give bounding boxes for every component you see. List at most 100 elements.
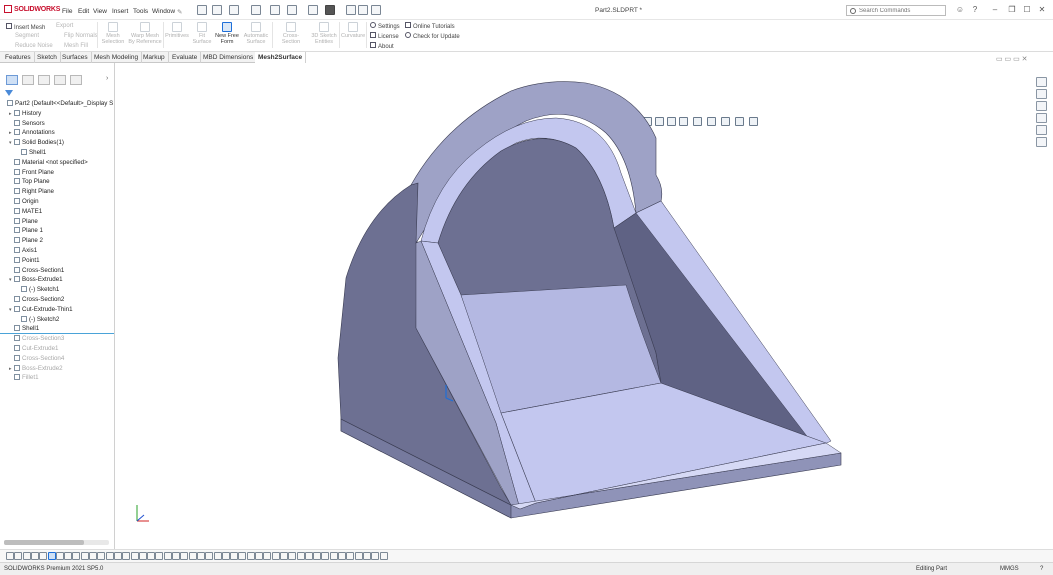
- 3d-sketch-entities-button[interactable]: 3D Sketch Entities: [310, 22, 338, 45]
- mesh-fill-button[interactable]: Mesh Fill: [64, 43, 88, 49]
- selection-filter-icon[interactable]: [230, 552, 239, 560]
- segment-button[interactable]: Segment: [15, 33, 39, 39]
- filter-icon[interactable]: [5, 90, 13, 97]
- new-free-form-button[interactable]: New Free Form: [214, 22, 240, 45]
- tab-surfaces[interactable]: Surfaces: [59, 52, 92, 63]
- selection-filter-icon[interactable]: [221, 552, 230, 560]
- feature-manager-tab-icon[interactable]: [6, 75, 18, 85]
- tree-item[interactable]: ▾ Boss-Extrude1: [0, 275, 114, 285]
- view-palette-icon[interactable]: [1036, 113, 1047, 123]
- selection-filter-icon[interactable]: [354, 552, 363, 560]
- tree-item[interactable]: Material <not specified>: [0, 158, 114, 168]
- selection-filter-icon[interactable]: [47, 552, 56, 560]
- search-input[interactable]: [847, 6, 927, 15]
- selection-filter-icon[interactable]: [346, 552, 355, 560]
- solidworks-logo[interactable]: SOLIDWORKS: [4, 5, 60, 13]
- tab-sketch[interactable]: Sketch: [34, 52, 61, 63]
- selection-filter-icon[interactable]: [147, 552, 156, 560]
- 3d-model-view[interactable]: [116, 63, 1033, 549]
- selection-filter-icon[interactable]: [64, 552, 73, 560]
- selection-filter-icon[interactable]: [304, 552, 313, 560]
- search-commands-box[interactable]: [846, 5, 946, 16]
- curvature-button[interactable]: Curvature: [341, 22, 365, 39]
- tree-item[interactable]: Cross-Section4: [0, 354, 114, 364]
- selection-filter-icon[interactable]: [6, 552, 14, 560]
- selection-filter-icon[interactable]: [89, 552, 97, 560]
- tree-item[interactable]: Cross-Section1: [0, 266, 114, 276]
- tree-item[interactable]: ▾ Cut-Extrude-Thin1: [0, 305, 114, 315]
- tree-item[interactable]: Part2 (Default<<Default>_Display S: [0, 99, 114, 109]
- tab-markup[interactable]: Markup: [140, 52, 169, 63]
- scrollbar-thumb[interactable]: [4, 540, 84, 545]
- pin-icon[interactable]: ✎: [177, 8, 182, 16]
- selection-filter-icon[interactable]: [263, 552, 272, 560]
- selection-filter-icon[interactable]: [155, 552, 164, 560]
- selection-filter-icon[interactable]: [39, 552, 48, 560]
- tab-mesh2surface[interactable]: Mesh2Surface: [255, 52, 307, 63]
- dimxpert-tab-icon[interactable]: [54, 75, 66, 85]
- selection-filter-icon[interactable]: [55, 552, 64, 560]
- minimize-icon[interactable]: –: [990, 5, 1000, 15]
- graphics-area[interactable]: ▭ ▭ ▭ ✕: [116, 56, 1033, 549]
- insert-mesh-button[interactable]: Insert Mesh: [6, 23, 45, 31]
- tree-item[interactable]: Sensors: [0, 119, 114, 129]
- tree-item[interactable]: Plane: [0, 217, 114, 227]
- menu-window[interactable]: Window: [152, 8, 175, 15]
- property-manager-tab-icon[interactable]: [22, 75, 34, 85]
- license-link[interactable]: License: [370, 32, 399, 40]
- selection-filter-icon[interactable]: [246, 552, 255, 560]
- check-for-update-link[interactable]: Check for Update: [405, 32, 460, 40]
- selection-filter-icon[interactable]: [72, 552, 81, 560]
- open-folder-icon[interactable]: [229, 5, 239, 15]
- tree-item[interactable]: Origin: [0, 197, 114, 207]
- unit-system[interactable]: MMGS: [1000, 566, 1019, 572]
- print-icon[interactable]: [270, 5, 280, 15]
- user-account-icon[interactable]: ☺: [955, 5, 965, 15]
- cross-section-button[interactable]: Cross-Section: [274, 22, 308, 45]
- selection-filter-icon[interactable]: [196, 552, 205, 560]
- tab-features[interactable]: Features: [2, 52, 35, 63]
- selection-filter-icon[interactable]: [338, 552, 346, 560]
- about-link[interactable]: About: [370, 42, 394, 50]
- selection-filter-icon[interactable]: [122, 552, 131, 560]
- tree-item[interactable]: ▸ History: [0, 109, 114, 119]
- menu-tools[interactable]: Tools: [133, 8, 148, 15]
- selection-filter-icon[interactable]: [371, 552, 380, 560]
- home-icon[interactable]: [197, 5, 207, 15]
- tree-item[interactable]: Axis1: [0, 246, 114, 256]
- viewport-window-controls-icon[interactable]: ▭ ▭ ▭ ✕: [996, 55, 1028, 63]
- selection-filter-icon[interactable]: [205, 552, 214, 560]
- online-tutorials-link[interactable]: Online Tutorials: [405, 22, 455, 30]
- panel-horizontal-scrollbar[interactable]: [4, 540, 109, 545]
- file-explorer-icon[interactable]: [1036, 101, 1047, 111]
- selection-filter-icon[interactable]: [105, 552, 114, 560]
- tree-item[interactable]: Shell1: [0, 324, 114, 335]
- status-help-icon[interactable]: ?: [1040, 566, 1043, 572]
- selection-filter-icon[interactable]: [238, 552, 247, 560]
- selection-filter-icon[interactable]: [30, 552, 39, 560]
- selection-filter-icon[interactable]: [113, 552, 122, 560]
- design-library-icon[interactable]: [1036, 89, 1047, 99]
- automatic-surface-button[interactable]: Automatic Surface: [242, 22, 270, 45]
- solidworks-resources-icon[interactable]: [1036, 77, 1047, 87]
- selection-filter-icon[interactable]: [321, 552, 330, 560]
- display-manager-tab-icon[interactable]: [70, 75, 82, 85]
- custom-properties-icon[interactable]: [1036, 137, 1047, 147]
- export-button[interactable]: Export: [56, 23, 73, 29]
- tree-item[interactable]: ▾ Solid Bodies(1): [0, 138, 114, 148]
- selection-filter-icon[interactable]: [279, 552, 288, 560]
- selection-filter-icon[interactable]: [213, 552, 222, 560]
- maximize-icon[interactable]: ☐: [1022, 5, 1032, 15]
- tree-item[interactable]: Cut-Extrude1: [0, 344, 114, 354]
- select-cursor-icon[interactable]: [325, 5, 335, 15]
- menu-edit[interactable]: Edit: [78, 8, 89, 15]
- tree-item[interactable]: Fillet1: [0, 373, 114, 383]
- selection-filter-icon[interactable]: [138, 552, 147, 560]
- restore-window-icon[interactable]: ❐: [1007, 5, 1017, 15]
- tree-item[interactable]: ▸ Boss-Extrude2: [0, 364, 114, 374]
- selection-filter-icon[interactable]: [271, 552, 280, 560]
- panel-arrow-icon[interactable]: ›: [106, 75, 108, 82]
- selection-filter-icon[interactable]: [22, 552, 31, 560]
- settings-link[interactable]: Settings: [370, 22, 400, 30]
- save-icon[interactable]: [251, 5, 261, 15]
